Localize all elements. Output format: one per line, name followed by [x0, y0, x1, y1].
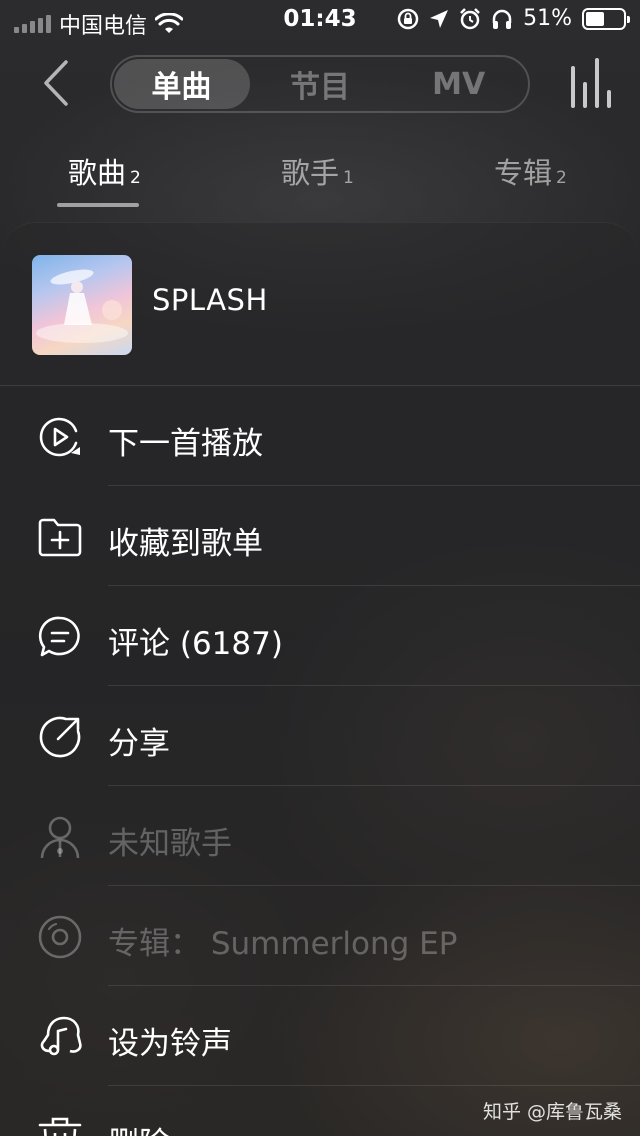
- subtab-active-indicator: [57, 203, 139, 207]
- action-sheet: SPLASH 下一首播放 收藏到歌单 评论 (6187) 分享 未知歌手 专辑：…: [0, 222, 640, 1136]
- subtab-artists-label: 歌手: [281, 156, 340, 190]
- alarm-icon: [460, 7, 480, 29]
- subtab-songs-count: 2: [130, 168, 141, 188]
- menu-item-label: 专辑： Summerlong EP: [108, 926, 458, 962]
- comment-icon: [38, 616, 80, 657]
- menu-item-label: 分享: [108, 726, 170, 762]
- segment-control: 单曲 节目 MV: [110, 55, 530, 113]
- artist-icon: [40, 816, 80, 859]
- share-icon: [39, 716, 81, 758]
- trash-icon: [38, 1117, 82, 1136]
- subtab-artists[interactable]: 歌手 1: [281, 150, 354, 192]
- menu-item-album[interactable]: 专辑： Summerlong EP: [0, 886, 640, 986]
- play-next-icon: [39, 417, 80, 457]
- menu-item-label: 评论 (6187): [108, 626, 283, 662]
- battery-fill: [586, 11, 605, 26]
- song-header: SPLASH: [0, 223, 640, 386]
- menu-item-ringtone[interactable]: 设为铃声: [0, 986, 640, 1086]
- subtab-albums-count: 2: [556, 168, 567, 188]
- add-to-playlist-icon: [38, 518, 82, 557]
- segment-single[interactable]: 单曲: [112, 57, 251, 111]
- cover-art-illustration: [36, 269, 128, 343]
- location-icon: [430, 9, 449, 28]
- back-chevron-icon[interactable]: [38, 58, 72, 108]
- action-menu: 下一首播放 收藏到歌单 评论 (6187) 分享 未知歌手 专辑： Summer…: [0, 386, 640, 1136]
- battery-percent: 51%: [523, 6, 572, 31]
- album-cover-image: [32, 255, 132, 355]
- menu-item-play-next[interactable]: 下一首播放: [0, 386, 640, 486]
- equalizer-icon[interactable]: [568, 58, 614, 110]
- menu-item-label: 收藏到歌单: [108, 526, 263, 562]
- album-icon: [38, 915, 82, 959]
- menu-item-label: 删除: [108, 1118, 170, 1136]
- menu-item-label: 未知歌手: [108, 826, 232, 862]
- menu-item-label: 下一首播放: [108, 426, 263, 462]
- subtab-songs[interactable]: 歌曲 2: [68, 150, 141, 192]
- subtab-artists-count: 1: [343, 168, 354, 188]
- battery-icon: [582, 7, 630, 30]
- subtab-songs-label: 歌曲: [68, 156, 127, 190]
- menu-item-artist[interactable]: 未知歌手: [0, 786, 640, 886]
- subtab-albums[interactable]: 专辑 2: [494, 150, 567, 192]
- menu-item-comment[interactable]: 评论 (6187): [0, 586, 640, 686]
- screen: 中国电信 01:43 51% 单曲 节目 MV 歌曲 2 歌手 1 专辑 2 S…: [0, 0, 640, 1136]
- subtab-albums-label: 专辑: [494, 156, 553, 190]
- segment-program[interactable]: 节目: [251, 57, 390, 111]
- menu-item-add-to-playlist[interactable]: 收藏到歌单: [0, 486, 640, 586]
- orientation-lock-icon: [397, 8, 419, 29]
- status-bar: 中国电信 01:43 51%: [0, 0, 640, 40]
- watermark-text: 知乎 @库鲁瓦桑: [482, 1101, 622, 1123]
- menu-item-share[interactable]: 分享: [0, 686, 640, 786]
- subtab-bar: 歌曲 2 歌手 1 专辑 2: [0, 140, 640, 210]
- song-title: SPLASH: [152, 283, 268, 317]
- segment-mv[interactable]: MV: [389, 57, 528, 111]
- menu-item-label: 设为铃声: [108, 1026, 232, 1062]
- headphones-icon: [492, 9, 512, 29]
- ringtone-icon: [40, 1016, 82, 1056]
